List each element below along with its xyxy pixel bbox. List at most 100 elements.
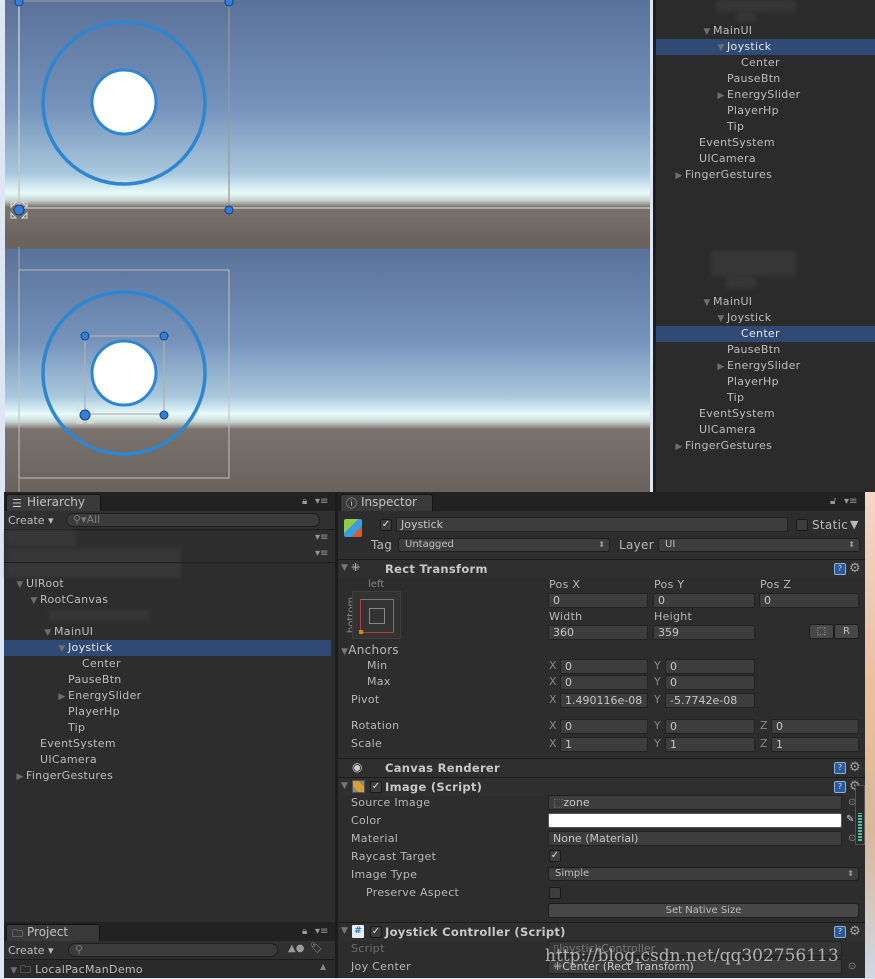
tree-item[interactable]: UICamera xyxy=(4,752,331,768)
active-checkbox[interactable]: ✓ xyxy=(380,519,392,531)
expanded-arrow-icon[interactable]: ▼ xyxy=(14,577,26,593)
filter-by-label-icon[interactable]: 🏷︎ xyxy=(310,943,323,954)
tree-item[interactable]: ▶ EnergySlider xyxy=(656,87,875,103)
raw-edit-button[interactable]: R xyxy=(834,624,859,639)
lock-icon[interactable]: 🔒︎ xyxy=(302,496,307,507)
expanded-arrow-icon[interactable]: ▼ xyxy=(28,593,40,609)
tree-item[interactable]: Center xyxy=(656,326,875,342)
scene-view-joystick[interactable] xyxy=(5,0,650,241)
pos-x-field[interactable]: 0 xyxy=(548,593,648,608)
tree-item[interactable]: ▶ FingerGestures xyxy=(656,167,875,183)
tree-item[interactable]: ▼ MainUI xyxy=(656,294,875,310)
color-swatch[interactable] xyxy=(548,813,842,828)
tree-item[interactable]: ▼ RootCanvas xyxy=(4,592,331,608)
object-name-input[interactable]: Joystick xyxy=(396,517,788,532)
tree-item[interactable]: PlayerHp xyxy=(656,374,875,390)
collapsed-arrow-icon[interactable]: ▶ xyxy=(56,689,68,705)
tree-item[interactable]: PauseBtn xyxy=(656,71,875,87)
panel-menu-icon[interactable]: ▾≡ xyxy=(315,926,328,937)
anchor-min-y-field[interactable]: 0 xyxy=(665,659,755,674)
image-component-header[interactable]: ▼ ✓ Image (Script) ? ⚙ xyxy=(338,777,865,796)
collapsed-arrow-icon[interactable]: ▶ xyxy=(673,439,685,455)
collapsed-arrow-icon[interactable]: ▶ xyxy=(715,359,727,375)
lock-icon[interactable]: 🔓︎ xyxy=(830,496,836,507)
expanded-arrow-icon[interactable]: ▼ xyxy=(715,40,727,56)
tree-item[interactable]: Tip xyxy=(656,390,875,406)
tree-item[interactable]: ▼ UIRoot xyxy=(4,576,331,592)
create-dropdown[interactable]: Create ▾ xyxy=(8,513,54,528)
tree-item[interactable]: ▶ FingerGestures xyxy=(656,438,875,454)
anchor-max-x-field[interactable]: 0 xyxy=(560,675,648,690)
anchor-presets-button[interactable] xyxy=(352,591,401,639)
tree-item[interactable]: EventSystem xyxy=(4,736,331,752)
collapsed-arrow-icon[interactable]: ▶ xyxy=(715,88,727,104)
gear-icon[interactable]: ⚙ xyxy=(849,562,861,575)
pivot-x-field[interactable]: 1.490116e-08 xyxy=(560,693,648,708)
create-dropdown[interactable]: Create ▾ xyxy=(8,943,54,958)
tag-dropdown[interactable]: Untagged ⬍ xyxy=(398,538,610,552)
scale-z-field[interactable]: 1 xyxy=(771,737,859,752)
rotation-x-field[interactable]: 0 xyxy=(560,719,648,734)
expanded-arrow-icon[interactable]: ▼ xyxy=(701,295,713,311)
tree-item[interactable]: Center xyxy=(656,55,875,71)
filter-by-type-icon[interactable]: ▲● xyxy=(288,943,304,954)
lock-icon[interactable]: 🔒︎ xyxy=(302,926,307,937)
tree-item[interactable]: PlayerHp xyxy=(4,704,331,720)
eyedropper-icon[interactable]: ✎ xyxy=(846,814,854,825)
tree-item[interactable]: ▼ Joystick xyxy=(656,39,875,55)
image-enabled-checkbox[interactable]: ✓ xyxy=(370,781,382,793)
tab-project[interactable]: 🗀︎ Project xyxy=(6,924,100,941)
tree-item[interactable]: ▶ EnergySlider xyxy=(4,688,331,704)
rotation-z-field[interactable]: 0 xyxy=(771,719,859,734)
anchors-foldout[interactable]: ▼Anchors xyxy=(341,643,399,659)
gear-icon[interactable]: ⚙ xyxy=(849,761,861,774)
raycast-target-checkbox[interactable]: ✓ xyxy=(549,850,561,862)
width-field[interactable]: 360 xyxy=(548,625,648,640)
hierarchy-search-input[interactable]: ⚲▾All xyxy=(66,513,320,527)
joystick-controller-header[interactable]: ▼ # ✓ Joystick Controller (Script) ? ⚙ xyxy=(338,922,865,941)
material-field[interactable]: None (Material) xyxy=(548,831,842,846)
help-icon[interactable]: ? xyxy=(834,563,846,575)
tree-item[interactable]: Center xyxy=(4,656,331,672)
scale-y-field[interactable]: 1 xyxy=(665,737,755,752)
scene-view-center[interactable] xyxy=(5,241,650,492)
tree-item[interactable]: ▶ EnergySlider xyxy=(656,358,875,374)
help-icon[interactable]: ? xyxy=(834,781,846,793)
tree-item[interactable]: PlayerHp xyxy=(656,103,875,119)
layer-dropdown[interactable]: UI ⬍ xyxy=(658,538,860,552)
expanded-arrow-icon[interactable]: ▼ xyxy=(701,24,713,40)
tab-hierarchy[interactable]: ☰ Hierarchy xyxy=(6,494,101,511)
height-field[interactable]: 359 xyxy=(653,625,755,640)
collapsed-arrow-icon[interactable]: ▶ xyxy=(14,769,26,785)
tree-item[interactable]: PauseBtn xyxy=(4,672,331,688)
scrollbar-up-icon[interactable]: ▲ xyxy=(320,962,326,971)
scene-menu-icon[interactable]: ▾≡ xyxy=(315,548,328,559)
pos-y-field[interactable]: 0 xyxy=(653,593,755,608)
tree-item[interactable]: ▼ Joystick xyxy=(656,310,875,326)
source-image-field[interactable]: ⬚zone xyxy=(548,795,842,810)
image-type-dropdown[interactable]: Simple ⬍ xyxy=(548,867,859,881)
project-item[interactable]: ▼ 🗀︎ LocalPacManDemo xyxy=(8,962,143,978)
tree-item[interactable]: UICamera xyxy=(656,422,875,438)
tree-item[interactable]: Tip xyxy=(656,119,875,135)
tree-item[interactable]: ▼ Joystick xyxy=(4,640,331,656)
preserve-aspect-checkbox[interactable] xyxy=(549,887,561,899)
tree-item[interactable]: ▼ MainUI xyxy=(656,23,875,39)
canvas-renderer-header[interactable]: ◉ Canvas Renderer ? ⚙ xyxy=(338,758,865,777)
tree-item[interactable]: EventSystem xyxy=(656,406,875,422)
tab-inspector[interactable]: ⓘ Inspector xyxy=(340,494,433,511)
blueprint-mode-button[interactable]: ⬚ xyxy=(809,624,834,639)
tree-item[interactable]: ▶ FingerGestures xyxy=(4,768,331,784)
gear-icon[interactable]: ⚙ xyxy=(849,925,861,938)
scene-menu-icon[interactable]: ▾≡ xyxy=(315,532,328,543)
anchor-min-x-field[interactable]: 0 xyxy=(560,659,648,674)
help-icon[interactable]: ? xyxy=(834,926,846,938)
tree-item[interactable]: UICamera xyxy=(656,151,875,167)
rotation-y-field[interactable]: 0 xyxy=(665,719,755,734)
object-picker-icon[interactable]: ⊙ xyxy=(848,961,856,972)
collapsed-arrow-icon[interactable]: ▶ xyxy=(673,168,685,184)
tree-item[interactable]: Tip xyxy=(4,720,331,736)
expanded-arrow-icon[interactable]: ▼ xyxy=(42,625,54,641)
project-search-input[interactable]: ⚲ xyxy=(68,943,278,957)
pos-z-field[interactable]: 0 xyxy=(759,593,859,608)
